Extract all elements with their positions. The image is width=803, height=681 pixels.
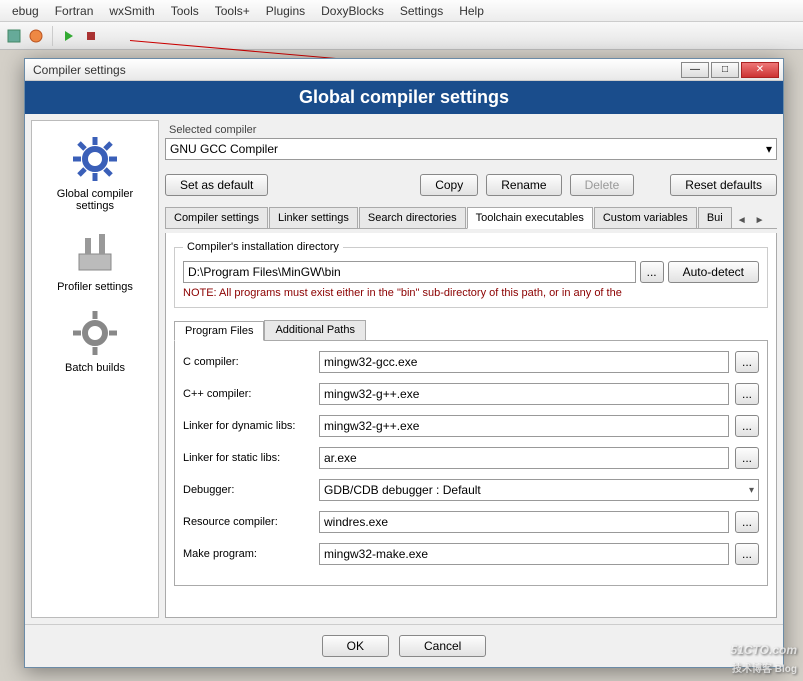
menu-help[interactable]: Help [451, 2, 492, 20]
set-default-button[interactable]: Set as default [165, 174, 268, 196]
reset-defaults-button[interactable]: Reset defaults [670, 174, 777, 196]
install-path-input[interactable] [183, 261, 636, 283]
install-note: NOTE: All programs must exist either in … [183, 287, 759, 299]
subtab-program-files[interactable]: Program Files [174, 321, 264, 341]
make-program-browse[interactable]: ... [735, 543, 759, 565]
ok-button[interactable]: OK [322, 635, 389, 657]
tab-scroll-right[interactable]: ► [751, 213, 769, 228]
copy-button[interactable]: Copy [420, 174, 478, 196]
c-compiler-browse[interactable]: ... [735, 351, 759, 373]
rename-button[interactable]: Rename [486, 174, 561, 196]
resource-compiler-browse[interactable]: ... [735, 511, 759, 533]
menubar: ebug Fortran wxSmith Tools Tools+ Plugin… [0, 0, 803, 22]
tab-search-directories[interactable]: Search directories [359, 207, 466, 228]
tab-compiler-settings[interactable]: Compiler settings [165, 207, 268, 228]
make-program-label: Make program: [183, 548, 313, 560]
cpp-compiler-input[interactable] [319, 383, 729, 405]
linker-static-label: Linker for static libs: [183, 452, 313, 464]
gear-icon [71, 135, 119, 183]
linker-dynamic-input[interactable] [319, 415, 729, 437]
dialog-title: Compiler settings [29, 63, 126, 77]
toolbar [0, 22, 803, 50]
batch-gear-icon [71, 309, 119, 357]
dialog-banner: Global compiler settings [25, 81, 783, 114]
menu-fortran[interactable]: Fortran [47, 2, 102, 20]
menu-doxyblocks[interactable]: DoxyBlocks [313, 2, 392, 20]
make-program-input[interactable] [319, 543, 729, 565]
resource-compiler-label: Resource compiler: [183, 516, 313, 528]
sidebar: Global compiler settings Profiler settin… [31, 120, 159, 618]
c-compiler-input[interactable] [319, 351, 729, 373]
tab-scroll-left[interactable]: ◄ [733, 213, 751, 228]
menu-settings[interactable]: Settings [392, 2, 451, 20]
resource-compiler-input[interactable] [319, 511, 729, 533]
tabbar: Compiler settings Linker settings Search… [165, 206, 777, 229]
tool-icon[interactable] [6, 28, 22, 44]
selected-compiler-label: Selected compiler [165, 124, 777, 136]
titlebar: Compiler settings — □ ✕ [25, 59, 783, 81]
cpp-compiler-browse[interactable]: ... [735, 383, 759, 405]
subtab-additional-paths[interactable]: Additional Paths [264, 320, 366, 340]
browse-button[interactable]: ... [640, 261, 664, 283]
debugger-select[interactable]: GDB/CDB debugger : Default [319, 479, 759, 501]
install-dir-legend: Compiler's installation directory [183, 241, 343, 253]
linker-static-browse[interactable]: ... [735, 447, 759, 469]
minimize-button[interactable]: — [681, 62, 709, 78]
compiler-settings-dialog: Compiler settings — □ ✕ Global compiler … [24, 58, 784, 668]
sidebar-item-global[interactable]: Global compiler settings [36, 129, 154, 218]
maximize-button[interactable]: □ [711, 62, 739, 78]
autodetect-button[interactable]: Auto-detect [668, 261, 759, 283]
menu-tools[interactable]: Tools [163, 2, 207, 20]
tab-build-truncated[interactable]: Bui [698, 207, 732, 228]
menu-toolsplus[interactable]: Tools+ [207, 2, 258, 20]
cancel-button[interactable]: Cancel [399, 635, 486, 657]
sidebar-item-batch[interactable]: Batch builds [36, 303, 154, 380]
c-compiler-label: C compiler: [183, 356, 313, 368]
tool-icon[interactable] [61, 28, 77, 44]
delete-button: Delete [570, 174, 635, 196]
close-button[interactable]: ✕ [741, 62, 779, 78]
tool-icon[interactable] [83, 28, 99, 44]
linker-static-input[interactable] [319, 447, 729, 469]
menu-debug[interactable]: ebug [4, 2, 47, 20]
sidebar-item-profiler[interactable]: Profiler settings [36, 222, 154, 299]
debugger-label: Debugger: [183, 484, 313, 496]
profiler-icon [71, 228, 119, 276]
tab-custom-variables[interactable]: Custom variables [594, 207, 697, 228]
linker-dynamic-label: Linker for dynamic libs: [183, 420, 313, 432]
cpp-compiler-label: C++ compiler: [183, 388, 313, 400]
tab-linker-settings[interactable]: Linker settings [269, 207, 358, 228]
menu-wxsmith[interactable]: wxSmith [101, 2, 162, 20]
compiler-select[interactable]: GNU GCC Compiler▾ [165, 138, 777, 160]
menu-plugins[interactable]: Plugins [258, 2, 313, 20]
tool-icon[interactable] [28, 28, 44, 44]
tab-toolchain-executables[interactable]: Toolchain executables [467, 207, 593, 229]
linker-dynamic-browse[interactable]: ... [735, 415, 759, 437]
